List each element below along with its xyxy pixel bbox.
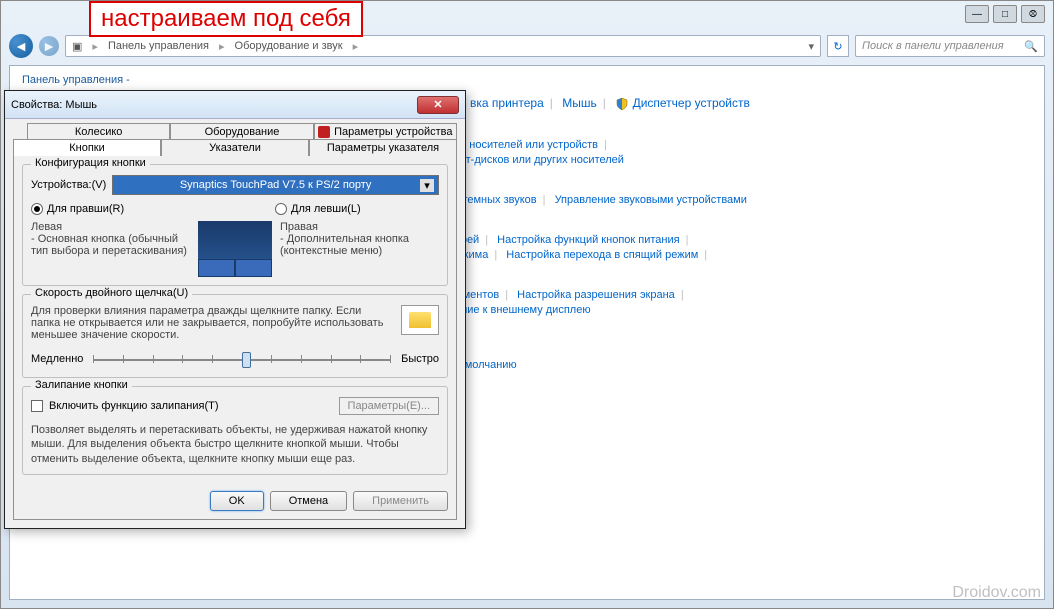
tab-wheel[interactable]: Колесико — [27, 123, 170, 140]
device-select[interactable]: Synaptics TouchPad V7.5 к PS/2 порту — [112, 175, 439, 195]
ok-button[interactable]: OK — [210, 491, 264, 511]
breadcrumb-icon: ▣ — [72, 40, 82, 53]
clicklock-params-button: Параметры(E)... — [339, 397, 439, 415]
dialog-footer: OK Отмена Применить — [22, 483, 448, 511]
radio-icon — [275, 203, 287, 215]
radio-label: Для правши(R) — [47, 203, 124, 215]
group-title: Залипание кнопки — [31, 379, 132, 391]
mouse-properties-dialog: Свойства: Мышь ✕ Колесико Оборудование П… — [4, 90, 466, 529]
link-device-manager[interactable]: Диспетчер устройств — [633, 96, 750, 110]
right-title: Правая — [280, 221, 439, 233]
minimize-button[interactable]: — — [965, 5, 989, 23]
link-audio-devices[interactable]: Управление звуковыми устройствами — [555, 194, 747, 206]
titlebar-controls: — □ ⮾ — [965, 5, 1045, 23]
slider-fast-label: Быстро — [401, 353, 439, 365]
dialog-close-button[interactable]: ✕ — [417, 96, 459, 114]
tab-device-params[interactable]: Параметры устройства — [314, 123, 457, 140]
speed-desc: Для проверки влияния параметра дважды ще… — [31, 305, 439, 341]
group-click-lock: Залипание кнопки Включить функцию залипа… — [22, 386, 448, 475]
dialog-title: Свойства: Мышь — [11, 99, 97, 111]
dialog-titlebar[interactable]: Свойства: Мышь ✕ — [5, 91, 465, 119]
content-header: Панель управления - — [10, 66, 1044, 88]
search-icon: 🔍 — [1024, 40, 1038, 53]
nav-back-button[interactable]: ◄ — [9, 34, 33, 58]
slider-thumb[interactable] — [242, 352, 251, 368]
breadcrumb-item[interactable]: Панель управления — [108, 40, 209, 52]
apply-button[interactable]: Применить — [353, 491, 448, 511]
right-desc: - Дополнительная кнопка (контекстные мен… — [280, 233, 439, 257]
group-title: Скорость двойного щелчка(U) — [31, 287, 192, 299]
speed-slider[interactable] — [93, 349, 391, 369]
group-button-config: Конфигурация кнопки Устройства:(V) Synap… — [22, 164, 448, 286]
breadcrumb-sep-icon: ▸ — [219, 40, 225, 53]
refresh-button[interactable]: ↻ — [827, 35, 849, 57]
breadcrumb[interactable]: ▣ ▸ Панель управления ▸ Оборудование и з… — [65, 35, 821, 57]
tab-buttons[interactable]: Кнопки — [13, 139, 161, 156]
clicklock-desc: Позволяет выделять и перетаскивать объек… — [31, 423, 439, 466]
link-mouse[interactable]: Мышь — [562, 96, 597, 110]
left-title: Левая — [31, 221, 190, 233]
clicklock-checkbox[interactable] — [31, 400, 43, 412]
breadcrumb-dropdown-icon[interactable]: ▾ — [808, 40, 814, 53]
breadcrumb-sep-icon: ▸ — [353, 40, 359, 53]
clicklock-label: Включить функцию залипания(T) — [49, 400, 219, 412]
slider-slow-label: Медленно — [31, 353, 83, 365]
radio-icon — [31, 203, 43, 215]
search-input[interactable]: Поиск в панели управления 🔍 — [855, 35, 1045, 57]
content-body: вка принтера| Мышь| Диспетчер устройств … — [430, 96, 1024, 374]
synaptics-icon — [318, 126, 330, 138]
link-sleep[interactable]: Настройка перехода в спящий режим — [506, 249, 698, 261]
breadcrumb-sep-icon: ▸ — [92, 40, 98, 53]
left-desc: - Основная кнопка (обычный тип выбора и … — [31, 233, 190, 257]
tab-strip: Колесико Оборудование Параметры устройст… — [13, 123, 457, 156]
cancel-button[interactable]: Отмена — [270, 491, 347, 511]
link-power-buttons[interactable]: Настройка функций кнопок питания — [497, 234, 679, 246]
tab-hardware[interactable]: Оборудование — [170, 123, 313, 140]
tab-panel-buttons: Конфигурация кнопки Устройства:(V) Synap… — [13, 156, 457, 520]
tab-pointers[interactable]: Указатели — [161, 139, 309, 156]
search-placeholder: Поиск в панели управления — [862, 40, 1004, 52]
nav-forward-button[interactable]: ► — [39, 36, 59, 56]
device-label: Устройства:(V) — [31, 179, 106, 191]
touchpad-image — [198, 221, 272, 277]
radio-label: Для левши(L) — [291, 203, 361, 215]
radio-right-handed[interactable]: Для правши(R) — [31, 203, 195, 215]
link-printer[interactable]: вка принтера — [470, 96, 544, 110]
folder-test-icon[interactable] — [401, 305, 439, 335]
group-title: Конфигурация кнопки — [31, 157, 150, 169]
close-button[interactable]: ⮾ — [1021, 5, 1045, 23]
annotation-label: настраиваем под себя — [89, 1, 363, 37]
shield-icon — [615, 97, 629, 111]
group-double-click: Скорость двойного щелчка(U) Для проверки… — [22, 294, 448, 378]
tab-pointer-options[interactable]: Параметры указателя — [309, 139, 457, 156]
radio-left-handed[interactable]: Для левши(L) — [275, 203, 439, 215]
maximize-button[interactable]: □ — [993, 5, 1017, 23]
watermark: Droidov.com — [952, 584, 1041, 602]
link-resolution[interactable]: Настройка разрешения экрана — [517, 289, 675, 301]
breadcrumb-item[interactable]: Оборудование и звук — [235, 40, 343, 52]
